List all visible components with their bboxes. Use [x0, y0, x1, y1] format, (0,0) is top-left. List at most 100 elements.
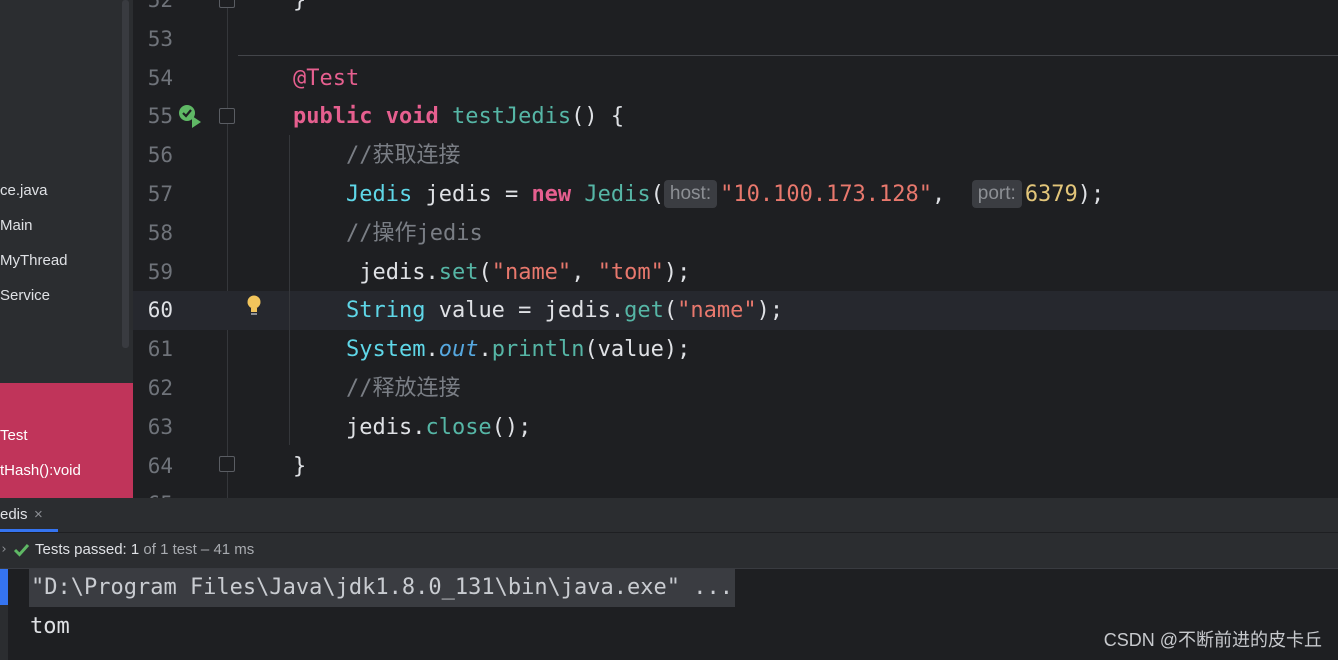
line-number[interactable]: 61 — [133, 330, 173, 369]
code-token: get — [624, 298, 664, 323]
line-number[interactable]: 65 — [133, 485, 173, 498]
code-token: String — [345, 298, 439, 323]
fold-marker[interactable] — [219, 108, 235, 124]
code-line[interactable]: 55 public void testJedis() { — [133, 97, 1338, 136]
code-token: ); — [1077, 182, 1105, 207]
project-item[interactable]: Service — [0, 278, 50, 313]
code-line[interactable]: 58 //操作jedis — [133, 214, 1338, 253]
code-line[interactable]: 65 — [133, 485, 1338, 498]
project-item[interactable]: Main — [0, 208, 33, 243]
code-line[interactable]: 57 Jedis jedis = new Jedis(host: "10.100.… — [133, 175, 1338, 214]
structure-item-class[interactable]: Test — [0, 418, 28, 453]
code-text: jedis.close(); — [293, 408, 531, 447]
code-line[interactable]: 56 //获取连接 — [133, 136, 1338, 175]
method-separator — [238, 55, 1338, 56]
code-token: //获取连接 — [293, 143, 461, 168]
code-token: testJedis — [451, 104, 572, 129]
code-token: "tom" — [597, 260, 664, 285]
status-suffix: of 1 test – 41 ms — [139, 541, 255, 558]
line-number[interactable]: 53 — [133, 20, 173, 59]
code-text: //获取连接 — [293, 136, 461, 175]
code-token: "name" — [677, 298, 757, 323]
line-number[interactable]: 54 — [133, 59, 173, 98]
code-line[interactable]: 63 jedis.close(); — [133, 408, 1338, 447]
project-scrollbar[interactable] — [122, 0, 129, 348]
code-line[interactable]: 60 String value = jedis.get("name"); — [133, 291, 1338, 330]
code-token: jedis. — [293, 260, 439, 285]
project-item[interactable]: ce.java — [0, 173, 48, 208]
code-token: } — [293, 0, 307, 13]
line-number[interactable]: 52 — [133, 0, 173, 20]
active-tab-indicator — [0, 529, 58, 532]
code-line[interactable]: 52} — [133, 0, 1338, 20]
code-text: } — [293, 0, 306, 20]
structure-panel-selected: Test tHash():void — [0, 383, 133, 498]
run-tab[interactable]: edis — [0, 498, 28, 532]
line-number[interactable]: 56 — [133, 136, 173, 175]
code-token: . — [478, 337, 492, 362]
line-number[interactable]: 58 — [133, 214, 173, 253]
code-token: , — [932, 182, 972, 207]
status-count: 1 — [130, 541, 140, 558]
code-text: System.out.println(value); — [293, 330, 690, 369]
line-number[interactable]: 63 — [133, 408, 173, 447]
line-number[interactable]: 64 — [133, 447, 173, 486]
code-line[interactable]: 62 //释放连接 — [133, 369, 1338, 408]
parameter-hint: host: — [663, 180, 718, 208]
run-test-icon[interactable] — [177, 103, 203, 129]
code-token: //操作jedis — [293, 221, 483, 246]
line-number[interactable]: 57 — [133, 175, 173, 214]
code-editor[interactable]: 52} 53 54 @Test 55 public void testJedis() {5… — [133, 0, 1338, 498]
project-item[interactable]: MyThread — [0, 243, 68, 278]
console-command-line: "D:\Program Files\Java\jdk1.8.0_131\bin\… — [29, 569, 735, 607]
code-token: value = jedis. — [438, 298, 625, 323]
code-token: ( — [478, 260, 492, 285]
test-status-bar: › Tests passed: 1 of 1 test – 41 ms — [0, 533, 1338, 569]
close-icon[interactable]: × — [34, 498, 43, 532]
code-line[interactable]: 59 jedis.set("name", "tom"); — [133, 253, 1338, 292]
line-number[interactable]: 59 — [133, 253, 173, 292]
run-tab-label: edis — [0, 506, 28, 523]
code-line[interactable]: 54 @Test — [133, 59, 1338, 98]
line-number[interactable]: 55 — [133, 97, 173, 136]
code-text: } — [293, 447, 306, 486]
code-token: "10.100.173.128" — [720, 182, 933, 207]
check-icon — [13, 543, 30, 557]
code-token: , — [571, 260, 598, 285]
run-tab-bar: edis × — [0, 498, 1338, 533]
lightbulb-icon[interactable] — [245, 294, 263, 316]
code-token: (); — [491, 415, 532, 440]
code-token: out — [438, 337, 479, 362]
code-token: println — [491, 337, 585, 362]
code-line[interactable]: 61 System.out.println(value); — [133, 330, 1338, 369]
console-toolbar-selected[interactable] — [0, 569, 8, 605]
code-line[interactable]: 53 — [133, 20, 1338, 59]
code-token: new — [531, 182, 585, 207]
line-number[interactable]: 60 — [133, 291, 173, 330]
code-token: public — [293, 104, 386, 129]
code-token: () { — [571, 104, 625, 129]
status-prefix: Tests passed: — [35, 541, 131, 558]
console-output-line: tom — [30, 614, 70, 639]
code-text: public void testJedis() { — [293, 97, 624, 136]
code-token: close — [425, 415, 492, 440]
code-token: Jedis — [584, 182, 651, 207]
line-number[interactable]: 62 — [133, 369, 173, 408]
structure-item-method[interactable]: tHash():void — [0, 453, 81, 488]
code-text: //操作jedis — [293, 214, 483, 253]
code-token: (value); — [584, 337, 691, 362]
code-text: String value = jedis.get("name"); — [293, 291, 783, 330]
code-line[interactable]: 64} — [133, 447, 1338, 486]
fold-marker[interactable] — [219, 456, 235, 472]
code-token: ); — [663, 260, 691, 285]
code-token: //释放连接 — [293, 376, 461, 401]
code-token: @Test — [293, 66, 360, 91]
code-text: //释放连接 — [293, 369, 461, 408]
code-token: System — [345, 337, 426, 362]
fold-marker[interactable] — [219, 0, 235, 8]
chevron-right-icon[interactable]: › — [0, 533, 8, 567]
code-token: jedis = — [425, 182, 532, 207]
